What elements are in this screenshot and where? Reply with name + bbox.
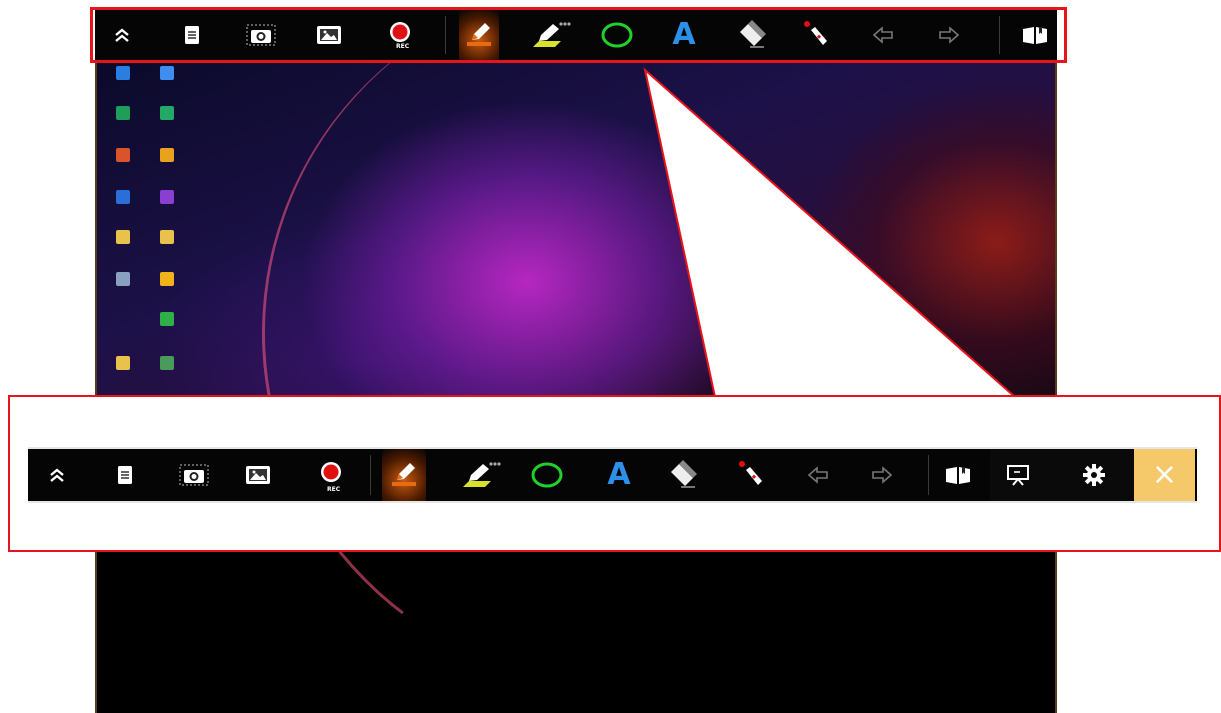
callout-pointer (643, 67, 1018, 398)
close-button[interactable]: × (1134, 449, 1195, 501)
rec-label: REC (327, 486, 341, 493)
double-chevron-up-icon (50, 468, 64, 482)
toolbar-divider (928, 455, 929, 495)
redo-icon (872, 466, 892, 484)
notepad-icon (118, 466, 132, 484)
undo-icon (808, 466, 828, 484)
close-icon: × (1151, 457, 1178, 492)
camera-icon (179, 464, 209, 486)
presentation-button[interactable] (1000, 449, 1036, 501)
book-icon (946, 467, 970, 484)
circle-icon (531, 462, 563, 488)
screenshot-button[interactable] (176, 449, 212, 501)
laser-pointer-icon (739, 461, 762, 485)
book-button[interactable] (942, 449, 974, 501)
gear-icon (1083, 464, 1105, 486)
eraser-button[interactable] (664, 449, 700, 501)
pen-button[interactable] (382, 449, 426, 501)
presentation-icon (1007, 465, 1029, 486)
image-button[interactable] (242, 449, 274, 501)
collapse-button[interactable] (42, 449, 72, 501)
toolbar-divider (370, 455, 371, 495)
laser-pointer-button[interactable] (734, 449, 768, 501)
record-icon (321, 462, 341, 482)
redo-button[interactable] (866, 449, 896, 501)
pen-icon (392, 463, 416, 486)
highlighter-icon (463, 462, 501, 487)
picture-icon (246, 466, 270, 484)
zoomed-toolbar: REC A × (28, 447, 1197, 503)
undo-button[interactable] (804, 449, 834, 501)
settings-button[interactable] (1076, 449, 1112, 501)
eraser-icon (671, 460, 697, 488)
text-icon: A (607, 457, 631, 492)
top-toolbar-highlight (90, 7, 1067, 63)
whiteboard-button[interactable] (110, 449, 140, 501)
record-button[interactable]: REC (316, 449, 346, 501)
text-button[interactable]: A (604, 449, 634, 501)
shape-button[interactable] (528, 449, 566, 501)
highlighter-button[interactable] (458, 449, 504, 501)
